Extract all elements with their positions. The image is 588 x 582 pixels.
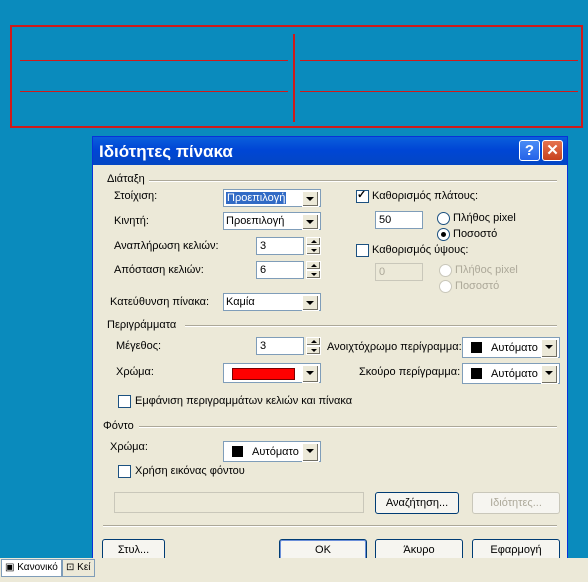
border-color-swatch — [232, 368, 295, 380]
chevron-down-icon[interactable] — [302, 214, 319, 230]
tab-normal-label: Κανονικό — [17, 562, 58, 573]
table-row-divider — [20, 91, 288, 92]
width-pixels-radio[interactable] — [437, 212, 450, 225]
height-pixels-label: Πλήθος pixel — [455, 264, 518, 276]
tab-html[interactable]: ⊡ Κεί — [62, 559, 95, 577]
cell-padding-label: Αναπλήρωση κελιών: — [114, 240, 219, 252]
spin-down-icon[interactable] — [306, 246, 321, 255]
cell-spacing-value: 6 — [260, 264, 267, 276]
background-group-label: Φόντο — [103, 420, 134, 432]
height-input[interactable]: 0 — [375, 263, 423, 281]
color-swatch — [471, 368, 482, 379]
background-color-value: Αυτόματο — [252, 446, 299, 458]
cell-padding-spinner[interactable] — [306, 237, 321, 255]
table-column-divider — [293, 34, 295, 122]
width-pixels-label: Πλήθος pixel — [453, 212, 516, 224]
background-color-select[interactable]: Αυτόματο — [223, 441, 321, 462]
browse-button[interactable]: Αναζήτηση... — [375, 492, 459, 514]
height-value: 0 — [379, 266, 386, 278]
chevron-down-icon[interactable] — [541, 339, 558, 358]
tab-normal[interactable]: ▣ Κανονικό — [1, 559, 62, 577]
width-value: 50 — [379, 214, 392, 226]
table-row-divider — [300, 91, 578, 92]
cell-padding-value: 3 — [260, 240, 267, 252]
border-size-spinner[interactable] — [306, 337, 321, 355]
spin-down-icon[interactable] — [306, 346, 321, 355]
color-swatch — [471, 342, 482, 353]
show-borders-label: Εμφάνιση περιγραμμάτων κελιών και πίνακα — [135, 395, 353, 407]
table-properties-dialog: Ιδιότητες πίνακα ? ✕ Διάταξη Στοίχιση: Π… — [92, 136, 568, 568]
float-value: Προεπιλογή — [226, 215, 285, 227]
light-border-label: Ανοιχτόχρωμο περίγραμμα: — [327, 341, 462, 353]
cell-padding-input[interactable]: 3 — [256, 237, 304, 255]
use-bg-image-checkbox[interactable] — [118, 465, 131, 478]
float-label: Κινητή: — [114, 215, 149, 227]
height-percent-label: Ποσοστό — [455, 280, 500, 292]
height-percent-radio[interactable] — [439, 280, 452, 293]
show-borders-checkbox[interactable] — [118, 395, 131, 408]
alignment-value: Προεπιλογή — [226, 192, 287, 204]
specify-height-checkbox[interactable] — [356, 244, 369, 257]
specify-height-label: Καθορισμός ύψους: — [372, 244, 469, 256]
view-tabs-bar: ▣ Κανονικό ⊡ Κεί — [0, 558, 588, 582]
spin-down-icon[interactable] — [306, 270, 321, 279]
cell-spacing-label: Απόσταση κελιών: — [114, 264, 204, 276]
specify-width-checkbox[interactable] — [356, 188, 369, 203]
chevron-down-icon[interactable] — [302, 365, 319, 383]
direction-value: Καμία — [226, 296, 255, 308]
chevron-down-icon[interactable] — [302, 443, 319, 462]
border-size-label: Μέγεθος: — [116, 340, 162, 352]
direction-label: Κατεύθυνση πίνακα: — [110, 296, 210, 308]
border-size-input[interactable]: 3 — [256, 337, 304, 355]
alignment-label: Στοίχιση: — [114, 190, 158, 202]
color-swatch — [232, 446, 243, 457]
background-color-label: Χρώμα: — [110, 441, 148, 453]
spin-up-icon[interactable] — [306, 337, 321, 346]
border-color-label: Χρώμα: — [116, 366, 154, 378]
width-percent-label: Ποσοστό — [453, 228, 498, 240]
float-select[interactable]: Προεπιλογή — [223, 212, 321, 230]
light-border-value: Αυτόματο — [491, 342, 538, 354]
chevron-down-icon[interactable] — [541, 365, 558, 384]
layout-separator — [149, 180, 557, 182]
table-row-divider — [300, 60, 578, 61]
table-row-divider — [20, 60, 288, 61]
border-size-value: 3 — [260, 340, 267, 352]
width-input[interactable]: 50 — [375, 211, 423, 229]
footer-separator — [103, 525, 557, 527]
spin-up-icon[interactable] — [306, 261, 321, 270]
cell-spacing-input[interactable]: 6 — [256, 261, 304, 279]
document-table[interactable] — [10, 25, 583, 128]
normal-view-icon: ▣ — [5, 562, 15, 573]
height-pixels-radio[interactable] — [439, 264, 452, 277]
layout-group-label: Διάταξη — [107, 173, 145, 185]
close-button[interactable]: ✕ — [542, 140, 563, 161]
chevron-down-icon[interactable] — [302, 191, 319, 207]
borders-group-label: Περιγράμματα — [107, 319, 177, 331]
dark-border-label: Σκούρο περίγραμμα: — [359, 366, 461, 378]
width-percent-radio[interactable] — [437, 228, 450, 241]
properties-button[interactable]: Ιδιότητες... — [472, 492, 560, 514]
background-separator — [139, 426, 557, 428]
spin-up-icon[interactable] — [306, 237, 321, 246]
dark-border-value: Αυτόματο — [491, 368, 538, 380]
borders-separator — [185, 325, 557, 327]
help-button[interactable]: ? — [519, 140, 540, 161]
tab-html-label: Κεί — [77, 562, 91, 573]
specify-width-label: Καθορισμός πλάτους: — [372, 190, 479, 202]
dark-border-select[interactable]: Αυτόματο — [462, 363, 560, 384]
cell-spacing-spinner[interactable] — [306, 261, 321, 279]
border-color-select[interactable] — [223, 363, 321, 383]
html-view-icon: ⊡ — [66, 562, 75, 573]
dialog-titlebar[interactable]: Ιδιότητες πίνακα ? ✕ — [93, 137, 567, 165]
alignment-select[interactable]: Προεπιλογή — [223, 189, 321, 207]
direction-select[interactable]: Καμία — [223, 293, 321, 311]
dialog-title: Ιδιότητες πίνακα — [99, 142, 233, 161]
light-border-select[interactable]: Αυτόματο — [462, 337, 560, 358]
use-bg-image-label: Χρήση εικόνας φόντου — [135, 465, 245, 477]
chevron-down-icon[interactable] — [302, 295, 319, 311]
bg-image-path-input[interactable] — [114, 492, 364, 513]
